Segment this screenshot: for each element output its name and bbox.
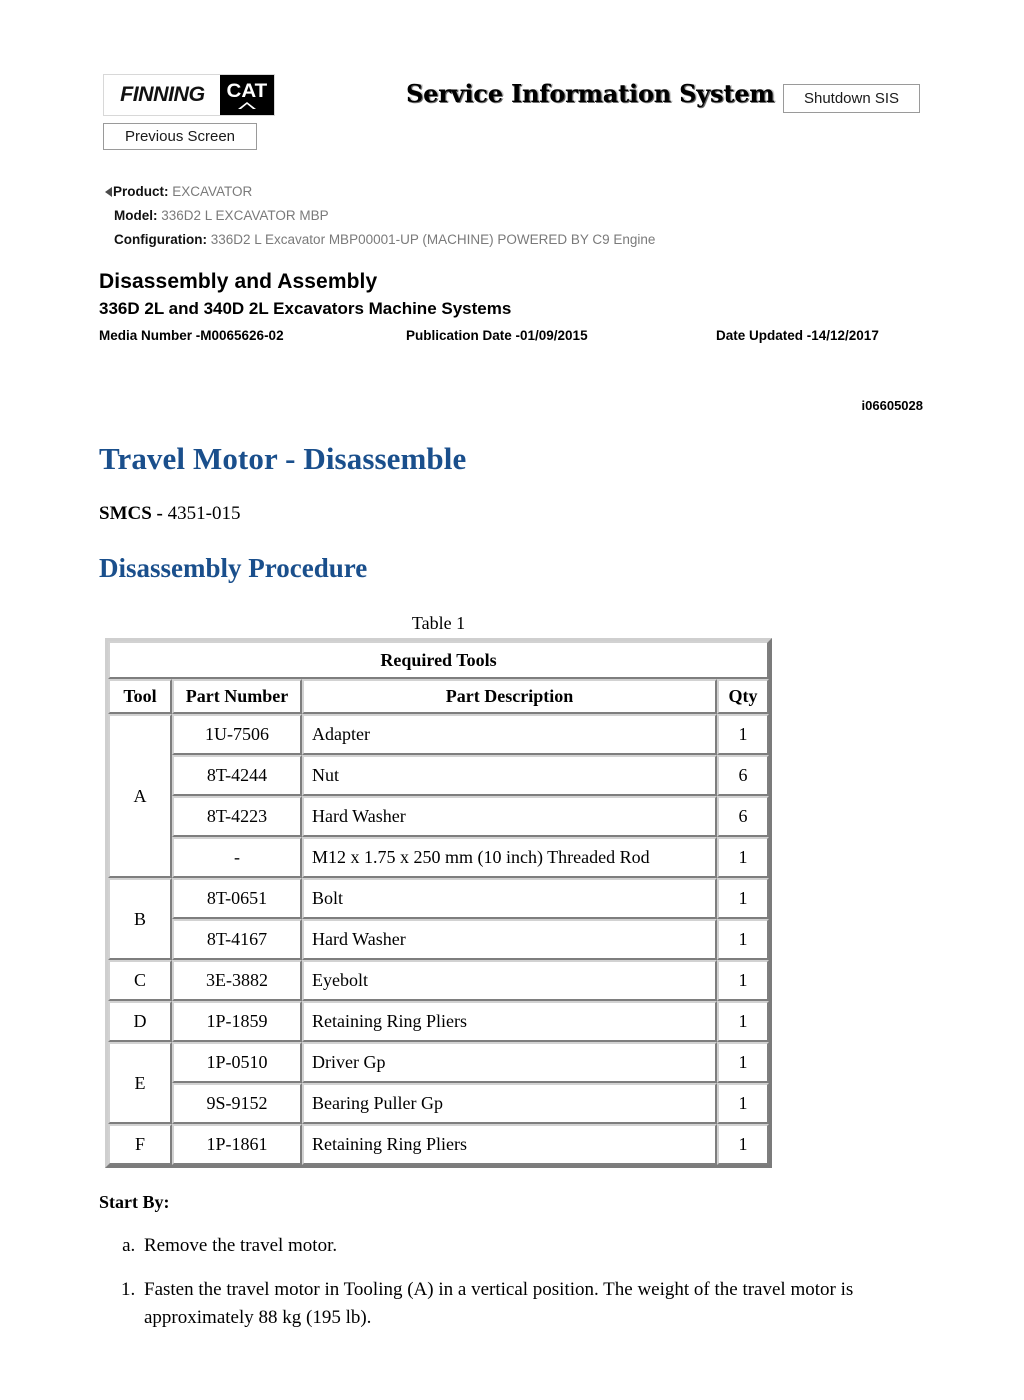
cell-qty: 6: [717, 796, 769, 837]
cell-tool: C: [108, 960, 172, 1001]
document-id: i06605028: [861, 398, 923, 413]
cell-tool: A: [108, 714, 172, 878]
cell-part-description: Bolt: [302, 878, 717, 919]
media-number: Media Number -M0065626-02: [99, 328, 284, 343]
table-caption: Table 1: [411, 613, 466, 633]
cell-part-description: Eyebolt: [302, 960, 717, 1001]
document-title: Disassembly and Assembly: [99, 270, 378, 293]
start-by-label: Start By:: [99, 1192, 170, 1212]
column-header-tool: Tool: [108, 679, 172, 714]
smcs-value: 4351-015: [167, 503, 241, 524]
cell-part-description: Retaining Ring Pliers: [302, 1124, 717, 1165]
table-row: 8T-4223 Hard Washer 6: [108, 796, 769, 837]
cell-qty: 1: [717, 1083, 769, 1124]
table-body: Required Tools Tool Part Number Part Des…: [108, 641, 769, 1165]
start-by-list: Remove the travel motor.: [99, 1233, 929, 1259]
date-updated: Date Updated -14/12/2017: [716, 328, 879, 343]
cell-part-number: 1P-0510: [172, 1042, 302, 1083]
page-title: Travel Motor - Disassemble: [99, 441, 467, 476]
smcs-label: SMCS -: [99, 503, 163, 524]
cell-qty: 1: [717, 1124, 769, 1165]
table-row: 9S-9152 Bearing Puller Gp 1: [108, 1083, 769, 1124]
breadcrumb-model: Model: 336D2 L EXCAVATOR MBP: [105, 204, 945, 228]
cell-qty: 1: [717, 1042, 769, 1083]
cell-qty: 1: [717, 960, 769, 1001]
column-header-part-number: Part Number: [172, 679, 302, 714]
required-tools-table: Required Tools Tool Part Number Part Des…: [105, 638, 772, 1168]
cell-tool: E: [108, 1042, 172, 1124]
table-row: C 3E-3882 Eyebolt 1: [108, 960, 769, 1001]
previous-screen-button[interactable]: Previous Screen: [103, 123, 257, 150]
cell-part-number: 9S-9152: [172, 1083, 302, 1124]
cell-qty: 1: [717, 1001, 769, 1042]
list-item: Remove the travel motor.: [140, 1233, 929, 1259]
table-header-row: Tool Part Number Part Description Qty: [108, 679, 769, 714]
product-value: EXCAVATOR: [172, 184, 253, 199]
table-row: D 1P-1859 Retaining Ring Pliers 1: [108, 1001, 769, 1042]
cat-logo: CAT: [220, 75, 274, 115]
cell-qty: 1: [717, 837, 769, 878]
cell-qty: 1: [717, 714, 769, 755]
cell-part-number: 1U-7506: [172, 714, 302, 755]
table-title-cell: Required Tools: [108, 641, 769, 679]
cell-part-description: Bearing Puller Gp: [302, 1083, 717, 1124]
finning-cat-logo: FINNING CAT: [103, 74, 275, 116]
table-title-row: Required Tools: [108, 641, 769, 679]
list-item: Fasten the travel motor in Tooling (A) i…: [140, 1276, 929, 1332]
smcs-line: SMCS - 4351-015: [99, 503, 240, 525]
cell-qty: 6: [717, 755, 769, 796]
cell-part-number: 3E-3882: [172, 960, 302, 1001]
configuration-value: 336D2 L Excavator MBP00001-UP (MACHINE) …: [210, 232, 656, 247]
breadcrumb-configuration: Configuration: 336D2 L Excavator MBP0000…: [105, 228, 945, 252]
finning-logo-text: FINNING: [119, 83, 205, 106]
cell-part-description: Adapter: [302, 714, 717, 755]
cell-tool: D: [108, 1001, 172, 1042]
sis-title: Service Information System: [406, 79, 775, 108]
back-triangle-icon[interactable]: [105, 187, 112, 197]
cell-part-number: 8T-0651: [172, 878, 302, 919]
cell-part-description: Nut: [302, 755, 717, 796]
cell-qty: 1: [717, 919, 769, 960]
document-meta-row: Media Number -M0065626-02 Publication Da…: [99, 328, 939, 348]
top-bar: FINNING CAT Service Information System S…: [0, 0, 1024, 170]
table-row: 8T-4244 Nut 6: [108, 755, 769, 796]
breadcrumb: Product: EXCAVATOR Model: 336D2 L EXCAVA…: [105, 180, 945, 252]
model-label: Model:: [114, 208, 158, 223]
cat-triangle-icon: [238, 101, 256, 109]
document-header: Disassembly and Assembly 336D 2L and 340…: [99, 270, 939, 348]
shutdown-sis-button[interactable]: Shutdown SIS: [783, 84, 920, 113]
table-row: B 8T-0651 Bolt 1: [108, 878, 769, 960]
column-header-qty: Qty: [717, 679, 769, 714]
configuration-label: Configuration:: [114, 232, 207, 247]
cell-part-description: M12 x 1.75 x 250 mm (10 inch) Threaded R…: [302, 837, 717, 878]
table-row: F 1P-1861 Retaining Ring Pliers 1: [108, 1124, 769, 1165]
product-label: Product:: [113, 184, 169, 199]
cell-part-number: 8T-4244: [172, 755, 302, 796]
breadcrumb-product: Product: EXCAVATOR: [105, 180, 945, 204]
finning-logo: FINNING: [104, 75, 220, 115]
cell-part-description: Hard Washer: [302, 796, 717, 837]
cell-part-number: -: [172, 837, 302, 878]
cell-part-number: 1P-1859: [172, 1001, 302, 1042]
model-value: 336D2 L EXCAVATOR MBP: [161, 208, 329, 223]
table-row: - M12 x 1.75 x 250 mm (10 inch) Threaded …: [108, 837, 769, 878]
column-header-part-description: Part Description: [302, 679, 717, 714]
cell-tool: B: [108, 878, 172, 960]
cell-tool: F: [108, 1124, 172, 1165]
cell-part-number: 8T-4167: [172, 919, 302, 960]
document-subtitle: 336D 2L and 340D 2L Excavators Machine S…: [99, 299, 512, 318]
cell-qty: 1: [717, 878, 769, 919]
cat-logo-text: CAT: [226, 80, 268, 102]
procedure-step-list: Fasten the travel motor in Tooling (A) i…: [99, 1276, 929, 1332]
cell-part-number: 1P-1861: [172, 1124, 302, 1165]
cell-part-description: Driver Gp: [302, 1042, 717, 1083]
table-row: 8T-4167 Hard Washer 1: [108, 919, 769, 960]
table-row: E 1P-0510 Driver Gp 1: [108, 1042, 769, 1124]
table-row: A 1U-7506 Adapter 1: [108, 714, 769, 878]
cell-part-description: Hard Washer: [302, 919, 717, 960]
publication-date: Publication Date -01/09/2015: [406, 328, 588, 343]
procedure-heading: Disassembly Procedure: [99, 553, 368, 583]
cell-part-description: Retaining Ring Pliers: [302, 1001, 717, 1042]
cell-part-number: 8T-4223: [172, 796, 302, 837]
